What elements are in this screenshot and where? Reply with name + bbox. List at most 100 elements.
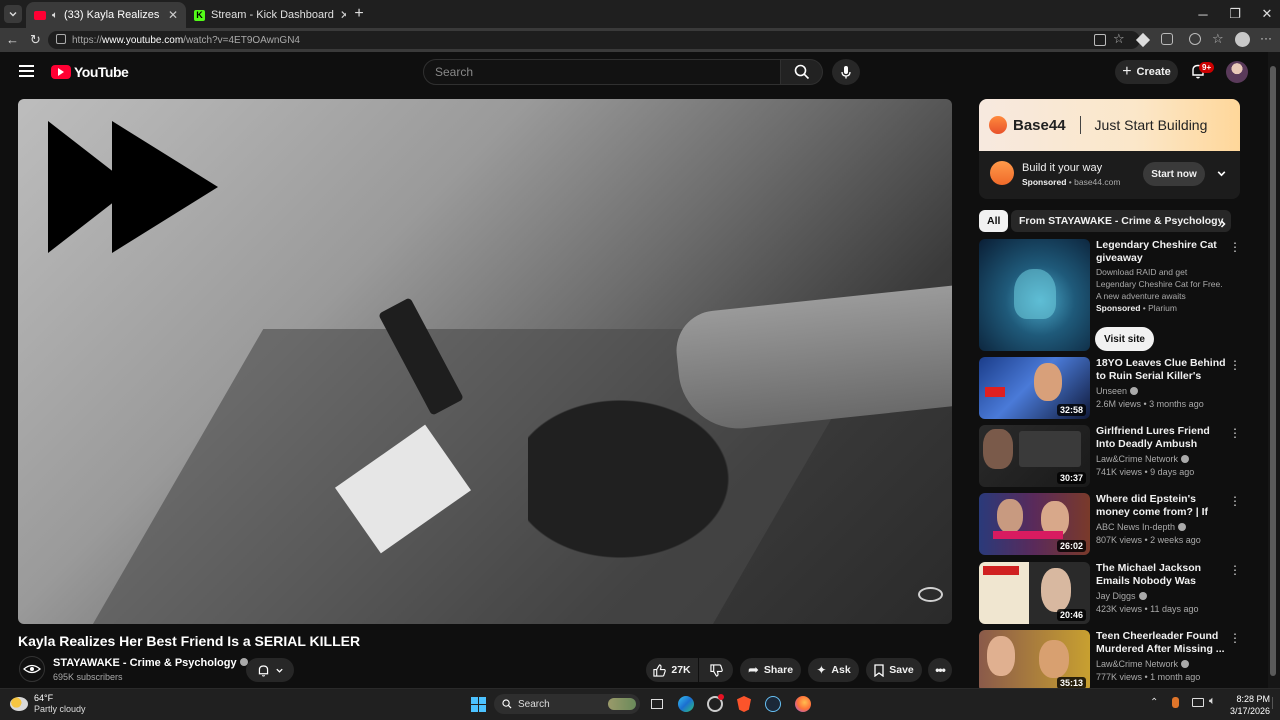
network-icon[interactable] — [1192, 698, 1204, 707]
tab-menu-button[interactable] — [4, 5, 22, 23]
sponsored-recommendation[interactable]: Legendary Cheshire Cat giveaway Download… — [979, 239, 1249, 351]
close-tab-icon[interactable]: ✕ — [168, 8, 178, 22]
back-icon[interactable]: ← — [6, 32, 20, 48]
ad-cta-button[interactable]: Start now — [1143, 162, 1205, 186]
sponsored-title[interactable]: Legendary Cheshire Cat giveaway — [1096, 239, 1226, 265]
app-icon[interactable] — [1094, 34, 1106, 46]
more-vertical-icon[interactable]: ⋮ — [1229, 495, 1241, 507]
taskbar-date[interactable]: 3/17/2026 — [1226, 706, 1270, 716]
minimize-button[interactable]: ─ — [1186, 0, 1220, 28]
recommendation-title[interactable]: The Michael Jackson Emails Nobody Was Su… — [1096, 562, 1226, 589]
like-button[interactable]: 27K — [646, 658, 698, 682]
subscription-bell-button[interactable] — [246, 658, 294, 682]
performance-icon[interactable] — [1189, 33, 1201, 45]
favorites-icon[interactable]: ☆ — [1212, 31, 1224, 47]
more-vertical-icon[interactable]: ⋮ — [1229, 564, 1241, 576]
task-view-icon[interactable] — [646, 694, 668, 714]
volume-icon[interactable]: 🔈︎ — [1209, 695, 1216, 708]
recommendation-item[interactable]: 26:02 Where did Epstein's money come fro… — [979, 493, 1249, 557]
thumb-face — [1041, 568, 1071, 612]
recommendation-title[interactable]: Girlfriend Lures Friend Into Deadly Ambu… — [1096, 425, 1226, 452]
browser-menu-icon[interactable]: ··· — [1260, 31, 1272, 45]
weather-widget[interactable]: 64°F Partly cloudy — [10, 693, 86, 715]
recommendation-item[interactable]: 35:13 Teen Cheerleader Found Murdered Af… — [979, 630, 1249, 688]
more-vertical-icon[interactable]: ⋮ — [1229, 427, 1241, 439]
reload-icon[interactable]: ↻ — [30, 32, 44, 48]
channel-text: ABC News In-depth — [1096, 522, 1176, 532]
search-button[interactable] — [781, 59, 823, 85]
star-icon[interactable]: ☆ — [1113, 31, 1125, 47]
recommendation-channel[interactable]: Law&Crime Network — [1096, 659, 1190, 669]
recommendation-item[interactable]: 32:58 18YO Leaves Clue Behind to Ruin Se… — [979, 357, 1249, 421]
address-bar[interactable]: https://www.youtube.com/watch?v=4ET9OAwn… — [48, 31, 1140, 49]
recommendation-channel[interactable]: Unseen — [1096, 386, 1139, 396]
microphone-tray-icon[interactable] — [1172, 697, 1179, 708]
recommendation-thumbnail[interactable]: 26:02 — [979, 493, 1090, 555]
profile-avatar-icon[interactable] — [1235, 32, 1250, 47]
base44-logo-icon — [989, 116, 1007, 134]
visit-site-button[interactable]: Visit site — [1095, 327, 1154, 351]
recommendation-channel[interactable]: ABC News In-depth — [1096, 522, 1187, 532]
recommendation-title[interactable]: Where did Epstein's money come from? | I… — [1096, 493, 1226, 520]
recommendation-title[interactable]: 18YO Leaves Clue Behind to Ruin Serial K… — [1096, 357, 1226, 384]
ad-banner[interactable]: Base44 Just Start Building — [979, 99, 1240, 151]
scrollbar-thumb[interactable] — [1270, 66, 1276, 676]
app-with-badge-icon[interactable] — [704, 694, 726, 714]
channel-name[interactable]: STAYAWAKE - Crime & Psychology — [53, 657, 248, 669]
extensions-icon[interactable] — [1161, 33, 1173, 45]
tab-youtube[interactable]: 🔈︎ (33) Kayla Realizes Her Best Fr ✕ — [26, 2, 186, 28]
recommendation-thumbnail[interactable]: 30:37 — [979, 425, 1090, 487]
taskbar-time[interactable]: 8:28 PM — [1234, 694, 1270, 704]
ask-button[interactable]: ✦ Ask — [808, 658, 859, 682]
channel-avatar[interactable] — [19, 656, 45, 682]
dislike-button[interactable] — [699, 658, 733, 682]
recommendation-item[interactable]: 30:37 Girlfriend Lures Friend Into Deadl… — [979, 425, 1249, 489]
more-vertical-icon[interactable]: ⋮ — [1229, 359, 1241, 371]
close-tab-icon[interactable]: ✕ — [340, 8, 346, 22]
chip-from-channel[interactable]: From STAYAWAKE - Crime & Psychology — [1011, 210, 1232, 232]
recommendation-meta: 777K views • 1 month ago — [1096, 672, 1201, 682]
share-button[interactable]: ➦ Share — [740, 658, 801, 682]
video-player[interactable] — [18, 99, 952, 624]
watermark-eye-icon — [918, 587, 943, 602]
recommendation-thumbnail[interactable]: 35:13 — [979, 630, 1090, 688]
restore-button[interactable]: ❐ — [1218, 0, 1252, 28]
more-vertical-icon[interactable]: ⋮ — [1229, 632, 1241, 644]
site-info-icon[interactable] — [56, 34, 66, 44]
more-vertical-icon[interactable]: ⋮ — [1229, 241, 1241, 253]
brave-browser-icon[interactable] — [733, 694, 755, 714]
windows-start-icon[interactable] — [467, 694, 489, 714]
recommendation-thumbnail[interactable]: 32:58 — [979, 357, 1090, 419]
firefox-icon[interactable] — [792, 694, 814, 714]
tab-kick-dashboard[interactable]: K Stream - Kick Dashboard ✕ — [186, 2, 346, 28]
more-actions-button[interactable]: ••• — [928, 658, 952, 682]
sidebar-ad[interactable]: Base44 Just Start Building Build it your… — [979, 99, 1240, 199]
recommendation-title[interactable]: Teen Cheerleader Found Murdered After Mi… — [1096, 630, 1226, 656]
save-button[interactable]: Save — [866, 658, 922, 682]
chip-all[interactable]: All — [979, 210, 1009, 232]
sponsored-thumbnail[interactable] — [979, 239, 1090, 351]
taskbar-search[interactable]: Search — [494, 694, 640, 714]
edge-browser-icon[interactable] — [675, 694, 697, 714]
recommendation-channel[interactable]: Jay Diggs — [1096, 591, 1147, 601]
recommendation-channel[interactable]: Law&Crime Network — [1096, 454, 1190, 464]
search-input[interactable]: Search — [423, 59, 781, 85]
create-button[interactable]: + Create — [1115, 60, 1178, 84]
notification-center-icon[interactable] — [1272, 697, 1278, 709]
video-frame-arm — [672, 283, 952, 435]
recommendation-meta: 2.6M views • 3 months ago — [1096, 399, 1204, 409]
steam-icon[interactable] — [762, 694, 784, 714]
recommendation-item[interactable]: 20:46 The Michael Jackson Emails Nobody … — [979, 562, 1249, 626]
hamburger-menu-icon[interactable] — [19, 65, 34, 77]
voice-search-button[interactable] — [832, 59, 860, 85]
speaker-icon[interactable]: 🔈︎ — [52, 10, 58, 21]
show-hidden-icons-icon[interactable]: ⌃ — [1150, 697, 1158, 708]
tab-label: Stream - Kick Dashboard — [211, 9, 334, 21]
chevron-down-icon[interactable] — [1216, 168, 1227, 179]
account-avatar[interactable] — [1226, 61, 1248, 83]
new-tab-button[interactable]: + — [350, 5, 368, 23]
youtube-logo[interactable]: YouTube — [51, 64, 129, 80]
close-window-button[interactable]: ✕ — [1250, 0, 1280, 28]
chevron-right-icon[interactable] — [1218, 219, 1228, 229]
recommendation-thumbnail[interactable]: 20:46 — [979, 562, 1090, 624]
